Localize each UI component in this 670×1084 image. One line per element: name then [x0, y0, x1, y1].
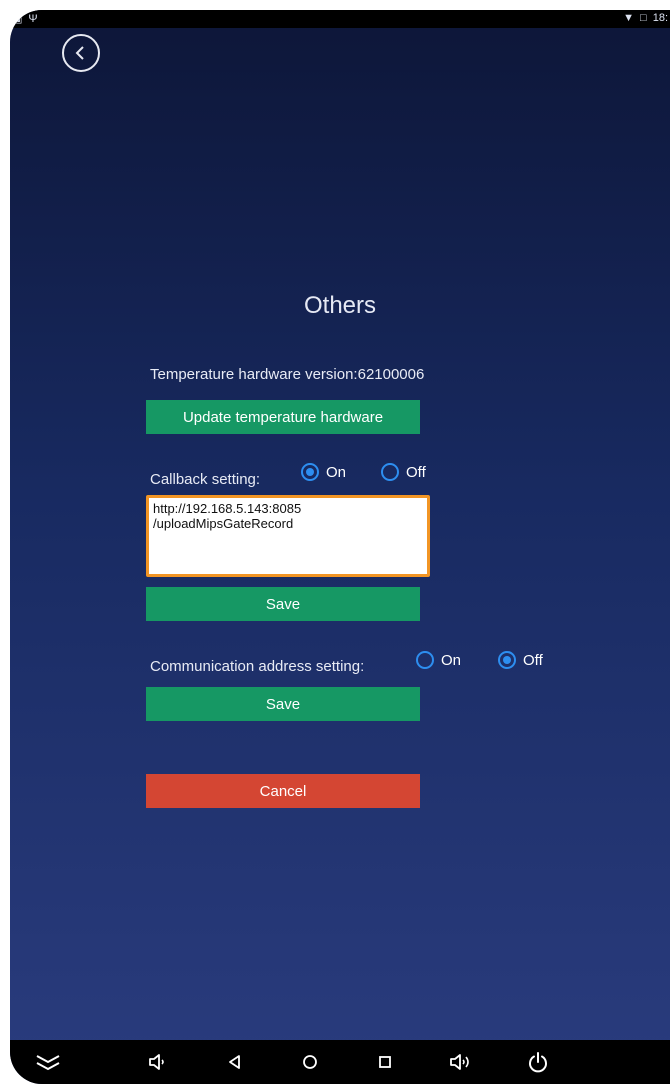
callback-save-button[interactable]: Save [146, 587, 420, 621]
image-icon: ▣ [12, 13, 23, 25]
nav-home-button[interactable] [288, 1040, 332, 1084]
power-icon [529, 1052, 547, 1073]
power-button[interactable] [516, 1040, 560, 1084]
communication-off-radio[interactable]: Off [498, 651, 543, 669]
usb-icon: Ψ [28, 13, 38, 25]
app-screen: ▣ Ψ ▼ □ 18: Others Temperature hardware ver… [10, 10, 670, 1084]
callback-on-label: On [326, 463, 347, 481]
home-icon [303, 1055, 317, 1069]
temperature-version-label: Temperature hardware version:62100006 [150, 366, 425, 383]
page-title: Others [303, 292, 377, 319]
communication-off-label: Off [523, 651, 543, 669]
callback-off-radio[interactable]: Off [381, 463, 426, 481]
back-icon [229, 1055, 240, 1069]
navigation-bar [10, 1040, 670, 1084]
radio-checked-icon [301, 463, 319, 481]
hide-bar-button[interactable] [26, 1040, 70, 1084]
radio-unchecked-icon [381, 463, 399, 481]
no-sim-icon: □ [640, 12, 647, 24]
radio-checked-icon [498, 651, 516, 669]
chevron-left-icon [75, 46, 84, 60]
status-time: 18: [652, 12, 668, 24]
wifi-icon: ▼ [623, 12, 635, 24]
communication-address-label: Communication address setting: [150, 658, 365, 675]
update-temperature-hardware-button[interactable]: Update temperature hardware [146, 400, 420, 434]
callback-on-radio[interactable]: On [301, 463, 346, 481]
hide-bar-icon [36, 1055, 60, 1071]
volume-up-button[interactable] [438, 1040, 482, 1084]
communication-save-button[interactable]: Save [146, 687, 420, 721]
volume-down-icon [149, 1054, 164, 1070]
volume-up-icon [450, 1054, 469, 1070]
status-bar: ▣ Ψ ▼ □ 18: [10, 10, 670, 28]
nav-recents-button[interactable] [363, 1040, 407, 1084]
recents-icon [379, 1056, 391, 1068]
back-button[interactable] [62, 34, 100, 72]
callback-off-label: Off [406, 463, 426, 481]
nav-back-button[interactable] [213, 1040, 257, 1084]
callback-url-input[interactable] [146, 495, 430, 577]
communication-on-radio[interactable]: On [416, 651, 461, 669]
communication-on-label: On [441, 651, 462, 669]
cancel-button[interactable]: Cancel [146, 774, 420, 808]
radio-unchecked-icon [416, 651, 434, 669]
volume-down-button[interactable] [135, 1040, 179, 1084]
callback-setting-label: Callback setting: [150, 471, 261, 488]
